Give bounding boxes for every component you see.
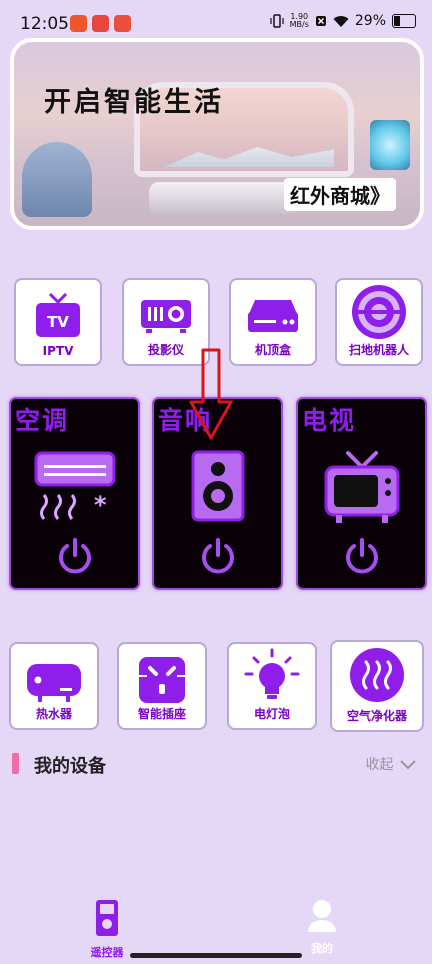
device-label: 电灯泡 — [253, 707, 290, 721]
device-label: 扫地机器人 — [348, 343, 409, 357]
water-heater-icon — [27, 664, 81, 702]
battery-percent: 29% — [354, 13, 386, 29]
smart-socket-icon — [139, 657, 185, 703]
chevron-down-icon — [400, 760, 416, 770]
banner-chair-art — [22, 142, 92, 217]
clock: 12:05 — [20, 14, 69, 34]
device-robot-vacuum[interactable]: 扫地机器人 — [335, 278, 423, 366]
featured-air-conditioner[interactable]: 空调 * — [9, 397, 140, 590]
wifi-icon — [333, 15, 349, 27]
device-set-top-box[interactable]: 机顶盒 — [229, 278, 317, 366]
featured-title: 电视 — [302, 406, 357, 435]
collapse-button[interactable]: 收起 — [366, 754, 416, 774]
device-label: 智能插座 — [137, 707, 186, 721]
light-bulb-icon — [244, 648, 300, 699]
tab-mine[interactable]: 我的 — [292, 898, 352, 956]
projector-icon — [141, 300, 191, 333]
tab-remote[interactable]: 遥控器 — [77, 898, 137, 960]
device-label: IPTV — [42, 344, 74, 358]
device-label: 空气净化器 — [346, 709, 407, 723]
robot-vacuum-icon — [352, 285, 406, 339]
device-water-heater[interactable]: 热水器 — [9, 642, 99, 730]
banner-title: 开启智能生活 — [44, 87, 224, 118]
air-purifier-icon — [350, 648, 404, 702]
my-devices-title: 我的设备 — [34, 756, 106, 777]
device-label: 热水器 — [35, 707, 72, 721]
banner-bed-art — [149, 182, 299, 214]
app-notification-icon — [92, 15, 109, 32]
tv-box-icon: TV — [36, 292, 80, 337]
air-conditioner-icon: * — [34, 451, 115, 520]
device-air-purifier[interactable]: 空气净化器 — [330, 640, 424, 732]
home-indicator — [130, 953, 302, 958]
device-smart-socket[interactable]: 智能插座 — [117, 642, 207, 730]
svg-text:*: * — [94, 491, 107, 519]
red-arrow-annotation — [189, 348, 233, 440]
battery-icon — [392, 14, 416, 28]
featured-title: 空调 — [15, 406, 70, 435]
app-notification-icon — [70, 15, 87, 32]
featured-television[interactable]: 电视 — [296, 397, 427, 590]
infrared-mall-link[interactable]: 红外商城》 — [284, 178, 396, 211]
banner-screen-art — [370, 120, 410, 170]
user-icon — [308, 900, 336, 932]
television-icon — [324, 451, 399, 523]
power-icon[interactable] — [200, 537, 236, 575]
power-icon[interactable] — [344, 537, 380, 575]
svg-text:TV: TV — [47, 313, 69, 331]
no-sim-icon — [315, 16, 326, 26]
set-top-box-icon — [248, 300, 298, 332]
promo-banner[interactable]: 开启智能生活 红外商城》 — [10, 38, 424, 230]
remote-control-icon — [96, 900, 118, 936]
section-marker — [12, 753, 19, 774]
speaker-icon — [191, 450, 244, 522]
device-light-bulb[interactable]: 电灯泡 — [227, 642, 317, 730]
power-icon[interactable] — [57, 537, 93, 575]
my-devices-header: 我的设备 收起 — [12, 752, 420, 777]
notification-icons — [70, 15, 131, 32]
tab-label: 遥控器 — [90, 946, 124, 959]
vibrate-icon — [270, 14, 284, 28]
device-label: 机顶盒 — [254, 343, 291, 357]
app-notification-icon — [114, 15, 131, 32]
device-iptv[interactable]: TV IPTV — [14, 278, 102, 366]
network-speed: 1.90 MB/s — [289, 12, 309, 29]
